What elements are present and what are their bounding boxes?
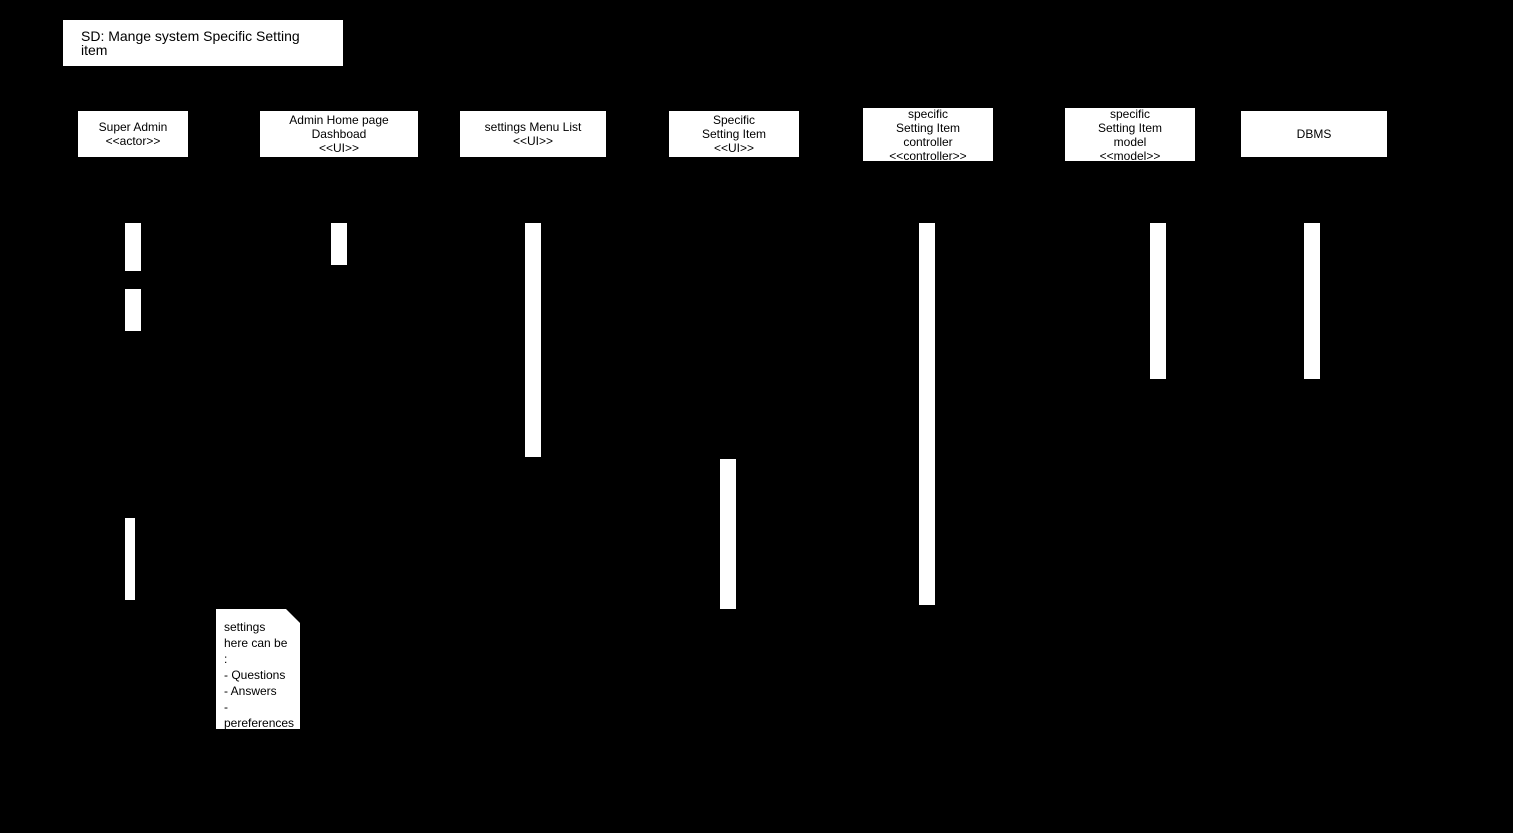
participant-stereo: <<UI>>	[714, 141, 754, 155]
participant-name: specific Setting Item model	[1098, 107, 1162, 149]
participant-specific-item: Specific Setting Item <<UI>>	[668, 110, 800, 158]
participant-name: DBMS	[1297, 127, 1332, 141]
diagram-title: SD: Mange system Specific Setting item	[62, 19, 344, 67]
activation-bar	[125, 223, 141, 271]
activation-bar	[919, 223, 935, 605]
participant-model: specific Setting Item model <<model>>	[1064, 107, 1196, 162]
activation-bar	[525, 223, 541, 457]
note-line: - pereferences	[224, 699, 292, 731]
diagram-note: settings here can be : - Questions - Ans…	[216, 609, 300, 729]
note-fold-icon	[286, 609, 300, 623]
participant-name: specific Setting Item controller	[896, 107, 960, 149]
activation-bar	[1150, 223, 1166, 379]
note-line: settings here can be :	[224, 619, 292, 667]
participant-dbms: DBMS	[1240, 110, 1388, 158]
participant-super-admin: Super Admin <<actor>>	[77, 110, 189, 158]
title-text: SD: Mange system Specific Setting item	[81, 29, 325, 57]
activation-bar	[125, 289, 141, 331]
activation-bar	[125, 518, 135, 600]
participant-name: Super Admin	[99, 120, 168, 134]
participant-stereo: <<controller>>	[889, 149, 966, 163]
participant-settings-menu: settings Menu List <<UI>>	[459, 110, 607, 158]
participant-stereo: <<model>>	[1100, 149, 1161, 163]
note-line: - Questions	[224, 667, 292, 683]
participant-stereo: <<UI>>	[513, 134, 553, 148]
participant-stereo: <<actor>>	[106, 134, 161, 148]
participant-name: Admin Home page Dashboad	[289, 113, 388, 141]
participant-name: settings Menu List	[485, 120, 582, 134]
sequence-diagram: SD: Mange system Specific Setting item S…	[0, 0, 1513, 833]
note-line: - Permissions	[224, 747, 292, 779]
activation-bar	[720, 459, 736, 609]
activation-bar	[331, 223, 347, 265]
participant-dashboard: Admin Home page Dashboad <<UI>>	[259, 110, 419, 158]
participant-controller: specific Setting Item controller <<contr…	[862, 107, 994, 162]
participant-name: Specific Setting Item	[702, 113, 766, 141]
note-line: - Answers	[224, 683, 292, 699]
note-line: - Roles	[224, 731, 292, 747]
participant-stereo: <<UI>>	[319, 141, 359, 155]
activation-bar	[1304, 223, 1320, 379]
